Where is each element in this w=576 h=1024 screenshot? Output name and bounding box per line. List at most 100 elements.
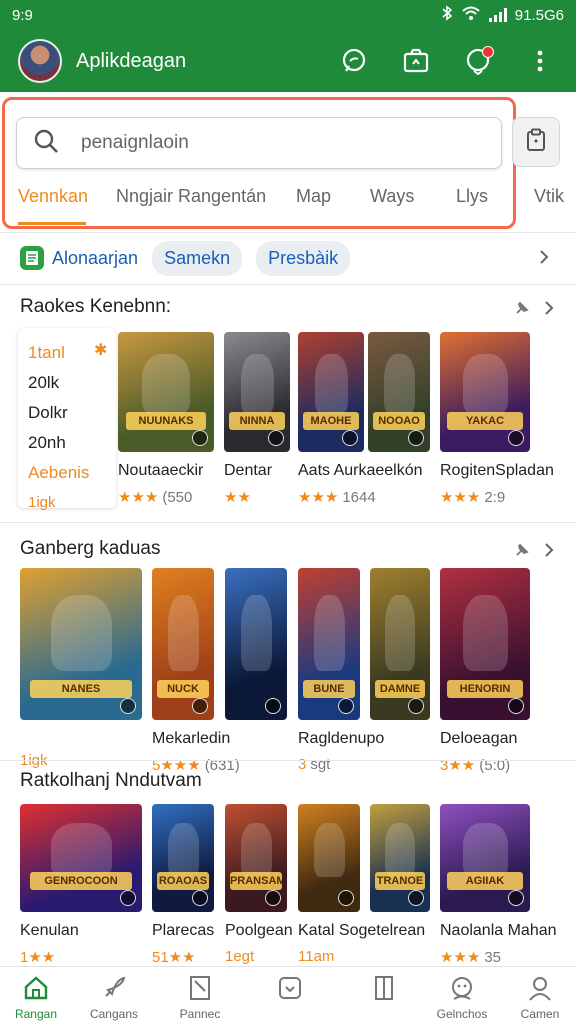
app-bar: Aplikdeagan xyxy=(0,30,576,92)
game-cover-image[interactable]: ROAOAS xyxy=(152,804,214,912)
tab-2[interactable]: Map xyxy=(296,186,331,207)
chat-icon[interactable] xyxy=(336,43,372,79)
game-logo: HENORIN xyxy=(447,680,523,698)
pin-icon[interactable] xyxy=(514,542,530,563)
section-1-actions xyxy=(514,300,554,321)
game-card[interactable]: AGIIAK Naolanla Mahan ★★★ 35 xyxy=(440,804,557,966)
play-icon xyxy=(192,890,208,906)
game-card[interactable]: GENROCOON Kenulan 1★★ xyxy=(20,804,142,966)
game-card[interactable]: MAOHE Aats Aurkaeelkón ★★★ 1644 xyxy=(298,332,423,506)
game-cover-image[interactable]: AGIIAK xyxy=(440,804,530,912)
game-card[interactable]: HENORIN Deloeagan 3★★ (5:0) xyxy=(440,568,530,774)
nav-label: Camen xyxy=(520,1007,560,1021)
nav-games[interactable]: Cangans xyxy=(74,973,154,1021)
game-cover-image[interactable] xyxy=(225,568,287,720)
game-logo: ROAOAS xyxy=(156,872,210,890)
game-cover-image[interactable]: NINNA xyxy=(224,332,290,452)
play-icon xyxy=(338,890,354,906)
game-cover-image[interactable]: GENROCOON xyxy=(20,804,142,912)
game-cover-image[interactable]: NUUNAKS xyxy=(118,332,214,452)
chevron-right-icon[interactable] xyxy=(538,248,550,271)
filter-chips: Alonaarjan Samekn Presbàik xyxy=(20,240,351,276)
game-rating: ★★★ 1644 xyxy=(298,488,376,506)
game-rating: ★★★ (550 xyxy=(118,488,214,506)
game-title: Ragldenupo xyxy=(298,730,385,747)
game-card[interactable]: NUCK Mekarledin 5★★★ (631) xyxy=(152,568,240,774)
game-card[interactable]: TRANOE xyxy=(370,804,430,912)
divider xyxy=(0,284,576,285)
play-icon xyxy=(408,430,424,446)
game-cover-image[interactable]: MAOHE xyxy=(298,332,364,452)
tab-1[interactable]: Nngjair Rangentán xyxy=(116,186,266,207)
tab-0[interactable]: Vennkan xyxy=(18,186,88,207)
game-cover-image[interactable]: NUCK xyxy=(152,568,214,720)
nav-apps[interactable] xyxy=(250,973,330,1007)
nav-account[interactable]: Camen xyxy=(500,973,576,1021)
game-cover-image[interactable]: HENORIN xyxy=(440,568,530,720)
game-card[interactable]: BUNE Ragldenupo 3 sgt xyxy=(298,568,385,773)
game-card[interactable]: ROAOAS Plarecas 51★★ xyxy=(152,804,214,966)
game-card[interactable]: NINNA Dentar ★★ xyxy=(224,332,290,506)
clipboard-button[interactable] xyxy=(512,117,560,167)
character-figure xyxy=(313,595,345,672)
game-rating: 3 sgt xyxy=(298,756,360,773)
game-card[interactable]: YAKAC RogitenSpladan ★★★ 2:9 xyxy=(440,332,554,506)
game-cover-image[interactable]: DAMNE xyxy=(370,568,430,720)
game-cover-image[interactable]: BUNE xyxy=(298,568,360,720)
game-card[interactable]: NANES 1igk xyxy=(20,568,142,769)
character-figure xyxy=(462,353,508,414)
pin-icon[interactable] xyxy=(514,300,530,321)
more-vert-icon[interactable] xyxy=(522,43,558,79)
star-rating: 1egt xyxy=(225,948,255,965)
star-rating: ★★★ xyxy=(118,489,159,506)
game-card[interactable]: PRANSAM Poolgean 1egt xyxy=(225,804,293,965)
game-logo: NUUNAKS xyxy=(125,412,207,430)
nav-saved[interactable]: Pannec xyxy=(160,973,240,1021)
character-figure xyxy=(240,823,272,878)
game-card[interactable]: Katal Sogetelrean 11am xyxy=(298,804,425,965)
star-rating: 3 xyxy=(298,756,307,773)
rank-card[interactable]: 1tanl 20lk Dolkr 20nh Aebenis 1igk ✱ xyxy=(18,328,116,511)
game-card[interactable]: NUUNAKS Noutaaeckir ★★★ (550 xyxy=(118,332,214,506)
tab-5[interactable]: Vtik xyxy=(534,186,564,207)
tab-3[interactable]: Ways xyxy=(370,186,414,207)
game-cover-image[interactable]: PRANSAM xyxy=(225,804,287,912)
chip-products[interactable]: Presbàik xyxy=(256,240,351,276)
game-card[interactable]: DAMNE xyxy=(370,568,430,720)
home-icon xyxy=(22,973,50,1003)
game-logo: NOOAO xyxy=(372,412,426,430)
game-card[interactable] xyxy=(225,568,287,720)
chevron-right-icon[interactable] xyxy=(544,542,554,563)
play-icon xyxy=(508,890,524,906)
chip-apps[interactable]: Alonaarjan xyxy=(20,246,138,270)
battery-text: 91.5G6 xyxy=(514,6,564,24)
game-cover-image[interactable]: NOOAO xyxy=(368,332,430,452)
app-title: Aplikdeagan xyxy=(76,49,187,72)
game-logo: NINNA xyxy=(229,412,285,430)
avatar[interactable] xyxy=(18,39,62,83)
tab-4[interactable]: Llys xyxy=(456,186,488,207)
bluetooth-icon xyxy=(441,5,453,25)
star-rating: 1★★ xyxy=(20,949,56,966)
divider xyxy=(0,760,576,761)
game-cover-image[interactable]: NANES xyxy=(20,568,142,720)
game-logo: MAOHE xyxy=(303,412,359,430)
review-count: sgt xyxy=(310,756,331,773)
game-cover-image[interactable] xyxy=(298,804,360,912)
notification-icon[interactable] xyxy=(460,43,496,79)
chip-games[interactable]: Samekn xyxy=(152,240,243,276)
chevron-right-icon[interactable] xyxy=(544,300,554,321)
section-title-2: Ganberg kaduas xyxy=(20,538,161,559)
camera-icon[interactable] xyxy=(398,43,434,79)
game-title: Naolanla Mahan xyxy=(440,922,557,939)
search-input[interactable]: penaignlaoin xyxy=(16,117,502,169)
nav-home[interactable]: Rangan xyxy=(0,973,76,1021)
character-figure xyxy=(314,353,348,414)
game-cover-image[interactable]: TRANOE xyxy=(370,804,430,912)
game-cover-image[interactable]: YAKAC xyxy=(440,332,530,452)
nav-books[interactable] xyxy=(344,973,424,1007)
game-card[interactable]: NOOAO xyxy=(368,332,430,452)
game-logo: GENROCOON xyxy=(29,872,133,890)
star-rating: 51★★ xyxy=(152,949,196,966)
nav-kids[interactable]: Gelnchos xyxy=(422,973,502,1021)
